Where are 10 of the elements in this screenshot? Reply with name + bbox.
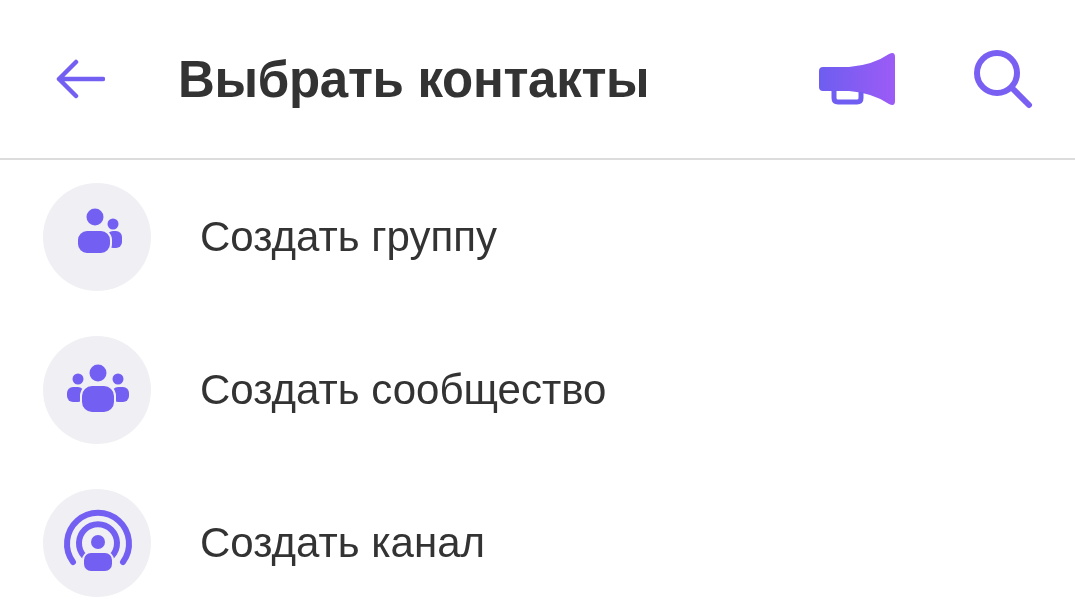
menu-item[interactable]: Создать сообщество [0, 313, 1075, 466]
back-arrow-icon[interactable] [55, 59, 105, 99]
screen-title: Выбрать контакты [178, 49, 650, 109]
person-broadcast-icon [43, 488, 151, 597]
menu-item[interactable]: Создать канал [0, 466, 1075, 614]
megaphone-icon[interactable] [819, 52, 895, 106]
menu-item[interactable]: Создать группу [0, 160, 1075, 313]
two-people-icon [43, 182, 151, 291]
search-icon[interactable] [973, 49, 1033, 109]
three-people-icon [43, 335, 151, 444]
